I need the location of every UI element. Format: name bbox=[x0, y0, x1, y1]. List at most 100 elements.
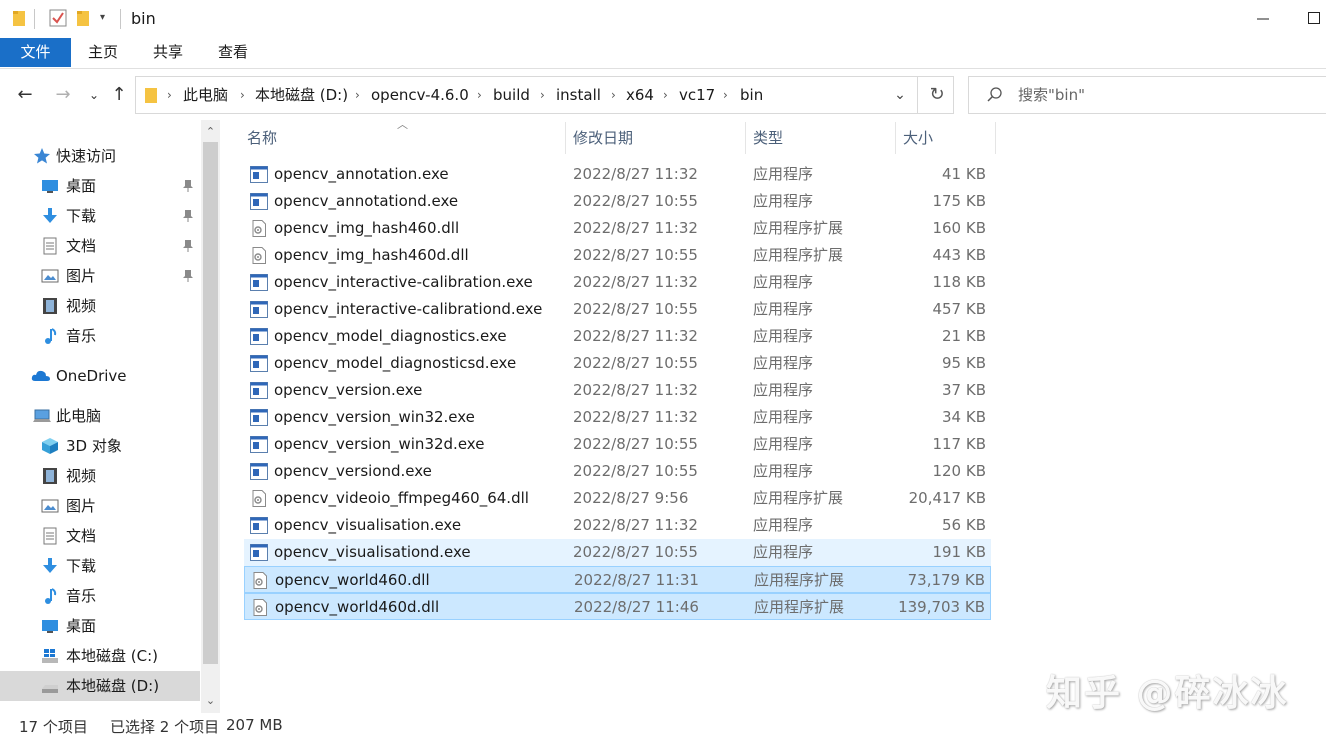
file-date: 2022/8/27 11:32 bbox=[573, 219, 698, 237]
file-row[interactable]: opencv_versiond.exe 2022/8/27 10:55 应用程序 12… bbox=[244, 458, 991, 485]
column-header-type[interactable]: 类型 bbox=[753, 122, 783, 154]
file-row[interactable]: opencv_videoio_ffmpeg460_64.dll 2022/8/27… bbox=[244, 485, 991, 512]
nav-item-desktop[interactable]: 桌面 bbox=[0, 171, 200, 201]
file-row[interactable]: opencv_annotationd.exe 2022/8/27 10:55 应用程… bbox=[244, 188, 991, 215]
file-row[interactable]: opencv_visualisationd.exe 2022/8/27 10:55… bbox=[244, 539, 991, 566]
dll-file-icon bbox=[252, 247, 266, 264]
file-name: opencv_model_diagnostics.exe bbox=[274, 327, 507, 345]
file-type: 应用程序扩展 bbox=[753, 219, 844, 237]
file-row[interactable]: opencv_model_diagnostics.exe 2022/8/27 11… bbox=[244, 323, 991, 350]
minimize-icon[interactable] bbox=[1251, 8, 1275, 30]
pin-icon[interactable] bbox=[182, 209, 194, 223]
nav-item-this-pc[interactable]: 此电脑 bbox=[0, 401, 200, 431]
column-divider[interactable] bbox=[995, 122, 996, 154]
scroll-down-icon[interactable]: ⌄ bbox=[201, 691, 220, 711]
breadcrumb-build[interactable]: build bbox=[493, 77, 530, 113]
file-row[interactable]: opencv_world460.dll 2022/8/27 11:31 应用程序扩展… bbox=[244, 566, 991, 593]
file-row[interactable]: opencv_img_hash460.dll 2022/8/27 11:32 应用程… bbox=[244, 215, 991, 242]
file-date: 2022/8/27 11:32 bbox=[573, 381, 698, 399]
nav-item-desktop[interactable]: 桌面 bbox=[0, 611, 200, 641]
tab-share[interactable]: 共享 bbox=[144, 38, 192, 67]
file-size: 191 KB bbox=[932, 543, 986, 561]
nav-item-music[interactable]: 音乐 bbox=[0, 581, 200, 611]
pin-icon[interactable] bbox=[182, 239, 194, 253]
search-box[interactable]: 搜索"bin" bbox=[968, 76, 1326, 114]
nav-item-label: 音乐 bbox=[66, 587, 97, 605]
nav-item-pictures[interactable]: 图片 bbox=[0, 491, 200, 521]
file-row[interactable]: opencv_visualisation.exe 2022/8/27 11:32 应… bbox=[244, 512, 991, 539]
watermark: 知乎 @碎冰冰 bbox=[1046, 673, 1289, 714]
address-bar[interactable]: › 此电脑 › 本地磁盘 (D:) › opencv-4.6.0 › build… bbox=[135, 76, 954, 114]
scroll-up-icon[interactable]: ⌃ bbox=[201, 122, 220, 142]
nav-item-pictures[interactable]: 图片 bbox=[0, 261, 200, 291]
nav-item-label: 文档 bbox=[66, 237, 97, 255]
nav-scrollbar[interactable]: ⌃ ⌄ bbox=[201, 120, 220, 713]
nav-item-downloads[interactable]: 下载 bbox=[0, 201, 200, 231]
new-folder-icon[interactable] bbox=[76, 9, 90, 27]
scrollbar-thumb[interactable] bbox=[203, 142, 218, 664]
properties-icon[interactable] bbox=[49, 9, 67, 27]
nav-item-music[interactable]: 音乐 bbox=[0, 321, 200, 351]
file-row[interactable]: opencv_world460d.dll 2022/8/27 11:46 应用程序扩… bbox=[244, 593, 991, 620]
breadcrumb-install[interactable]: install bbox=[556, 77, 601, 113]
application-icon bbox=[250, 274, 268, 291]
nav-item-drive-d[interactable]: 本地磁盘 (D:) bbox=[0, 671, 200, 701]
tab-view[interactable]: 查看 bbox=[209, 38, 257, 67]
column-header-date[interactable]: 修改日期 bbox=[573, 122, 633, 154]
column-divider[interactable] bbox=[895, 122, 896, 154]
file-name: opencv_videoio_ffmpeg460_64.dll bbox=[274, 489, 529, 507]
file-type: 应用程序扩展 bbox=[753, 489, 844, 507]
column-divider[interactable] bbox=[745, 122, 746, 154]
pin-icon[interactable] bbox=[182, 179, 194, 193]
nav-item-drive-c[interactable]: 本地磁盘 (C:) bbox=[0, 641, 200, 671]
forward-button[interactable]: → bbox=[53, 84, 73, 106]
application-icon bbox=[250, 193, 268, 210]
up-button[interactable]: ↑ bbox=[109, 84, 129, 106]
nav-item-videos[interactable]: 视频 bbox=[0, 291, 200, 321]
breadcrumb-opencv[interactable]: opencv-4.6.0 bbox=[371, 77, 469, 113]
file-size: 120 KB bbox=[932, 462, 986, 480]
pin-icon[interactable] bbox=[182, 269, 194, 283]
nav-item-downloads[interactable]: 下载 bbox=[0, 551, 200, 581]
nav-item-onedrive[interactable]: OneDrive bbox=[0, 361, 200, 391]
column-divider[interactable] bbox=[565, 122, 566, 154]
cloud-icon bbox=[31, 370, 50, 381]
nav-item-videos[interactable]: 视频 bbox=[0, 461, 200, 491]
nav-item-quick-access[interactable]: 快速访问 bbox=[0, 141, 200, 171]
document-icon bbox=[43, 237, 57, 255]
file-row[interactable]: opencv_img_hash460d.dll 2022/8/27 10:55 应用… bbox=[244, 242, 991, 269]
file-type: 应用程序 bbox=[753, 435, 814, 453]
file-row[interactable]: opencv_version_win32.exe 2022/8/27 11:32 应… bbox=[244, 404, 991, 431]
breadcrumb-this-pc[interactable]: 此电脑 bbox=[183, 77, 228, 113]
back-button[interactable]: ← bbox=[15, 84, 35, 106]
tab-file[interactable]: 文件 bbox=[0, 38, 71, 67]
breadcrumb-x64[interactable]: x64 bbox=[626, 77, 654, 113]
recent-locations-button[interactable]: ⌄ bbox=[84, 84, 104, 106]
maximize-icon[interactable] bbox=[1302, 8, 1326, 30]
breadcrumb-drive-d[interactable]: 本地磁盘 (D:) bbox=[255, 77, 348, 113]
application-icon bbox=[250, 463, 268, 480]
address-history-button[interactable]: ⌄ bbox=[888, 77, 912, 113]
file-name: opencv_img_hash460.dll bbox=[274, 219, 460, 237]
search-input[interactable]: 搜索"bin" bbox=[1018, 77, 1085, 113]
refresh-button[interactable]: ↻ bbox=[923, 77, 951, 113]
nav-item-3d-objects[interactable]: 3D 对象 bbox=[0, 431, 200, 461]
tab-home[interactable]: 主页 bbox=[79, 38, 127, 67]
nav-item-label: 桌面 bbox=[66, 177, 97, 195]
file-row[interactable]: opencv_version.exe 2022/8/27 11:32 应用程序 37 … bbox=[244, 377, 991, 404]
file-row[interactable]: opencv_interactive-calibration.exe 2022/8… bbox=[244, 269, 991, 296]
breadcrumb-vc17[interactable]: vc17 bbox=[679, 77, 715, 113]
column-header-name[interactable]: 名称 bbox=[247, 122, 277, 154]
file-row[interactable]: opencv_annotation.exe 2022/8/27 11:32 应用程序… bbox=[244, 161, 991, 188]
nav-item-documents[interactable]: 文档 bbox=[0, 231, 200, 261]
file-row[interactable]: opencv_version_win32d.exe 2022/8/27 10:55… bbox=[244, 431, 991, 458]
nav-item-documents[interactable]: 文档 bbox=[0, 521, 200, 551]
file-date: 2022/8/27 11:32 bbox=[573, 273, 698, 291]
file-type: 应用程序 bbox=[753, 192, 814, 210]
customize-toolbar-icon[interactable]: ▾ bbox=[100, 12, 105, 23]
file-row[interactable]: opencv_model_diagnosticsd.exe 2022/8/27 1… bbox=[244, 350, 991, 377]
chevron-down-icon: ⌄ bbox=[894, 87, 906, 103]
breadcrumb-bin[interactable]: bin bbox=[740, 77, 763, 113]
file-row[interactable]: opencv_interactive-calibrationd.exe 2022/… bbox=[244, 296, 991, 323]
column-header-size[interactable]: 大小 bbox=[903, 122, 933, 154]
